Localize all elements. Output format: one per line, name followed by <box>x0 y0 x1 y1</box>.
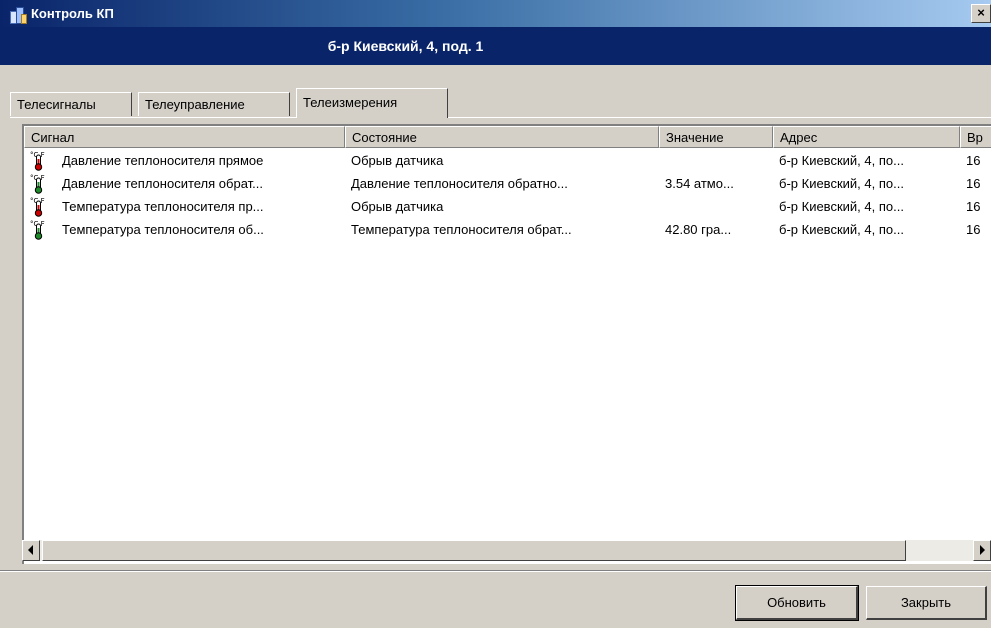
title-bar: Контроль КП × <box>0 0 991 27</box>
cell-state: Обрыв датчика <box>351 153 444 168</box>
cell-address: б-р Киевский, 4, по... <box>779 176 904 191</box>
location-header: б-р Киевский, 4, под. 1 <box>0 27 991 65</box>
refresh-button[interactable]: Обновить <box>735 585 859 621</box>
thermometer-green-icon: °C F <box>30 174 45 194</box>
tab-telecontrol[interactable]: Телеуправление <box>138 92 290 116</box>
tab-panel-border <box>10 117 991 118</box>
cell-time: 16 <box>966 199 981 214</box>
telemetry-list[interactable]: Сигнал Состояние Значение Адрес Вр °C F … <box>22 124 991 564</box>
cell-signal: Давление теплоносителя обрат... <box>62 176 263 191</box>
cell-time: 16 <box>966 176 981 191</box>
horizontal-scrollbar[interactable] <box>22 540 991 561</box>
thermometer-green-icon: °C F <box>30 220 45 240</box>
cell-signal: Температура теплоносителя об... <box>62 222 264 237</box>
cell-time: 16 <box>966 222 981 237</box>
column-header-time[interactable]: Вр <box>960 126 991 148</box>
cell-signal: Температура теплоносителя пр... <box>62 199 264 214</box>
scroll-thumb[interactable] <box>42 540 906 561</box>
cell-time: 16 <box>966 153 981 168</box>
cell-value <box>665 149 771 172</box>
scroll-left-button[interactable] <box>22 540 40 561</box>
cell-value: 3.54 атмо... <box>665 176 734 191</box>
table-row[interactable]: °C F Давление теплоносителя обрат... Дав… <box>24 172 991 195</box>
bottom-separator-highlight <box>0 571 991 572</box>
close-button[interactable]: Закрыть <box>866 586 987 620</box>
arrow-right-icon <box>980 545 985 555</box>
scroll-right-button[interactable] <box>973 540 991 561</box>
column-header-signal[interactable]: Сигнал <box>24 126 345 148</box>
column-header-state[interactable]: Состояние <box>345 126 659 148</box>
cell-address: б-р Киевский, 4, по... <box>779 199 904 214</box>
table-row[interactable]: °C F Температура теплоносителя об... Тем… <box>24 218 991 241</box>
thermometer-red-icon: °C F <box>30 151 45 171</box>
cell-state: Обрыв датчика <box>351 199 444 214</box>
table-row[interactable]: °C F Давление теплоносителя прямое Обрыв… <box>24 149 991 172</box>
cell-state: Температура теплоносителя обрат... <box>351 222 572 237</box>
table-row[interactable]: °C F Температура теплоносителя пр... Обр… <box>24 195 991 218</box>
app-icon <box>8 6 27 24</box>
cell-address: б-р Киевский, 4, по... <box>779 222 904 237</box>
tab-telesignals[interactable]: Телесигналы <box>10 92 132 116</box>
cell-value <box>665 195 771 218</box>
window-title: Контроль КП <box>31 6 114 21</box>
close-window-button[interactable]: × <box>971 4 991 23</box>
cell-address: б-р Киевский, 4, по... <box>779 153 904 168</box>
arrow-left-icon <box>28 545 33 555</box>
cell-signal: Давление теплоносителя прямое <box>62 153 264 168</box>
column-header-address[interactable]: Адрес <box>773 126 960 148</box>
thermometer-red-icon: °C F <box>30 197 45 217</box>
cell-state: Давление теплоносителя обратно... <box>351 176 568 191</box>
cell-value: 42.80 гра... <box>665 222 732 237</box>
column-header-value[interactable]: Значение <box>659 126 773 148</box>
tab-telemetry[interactable]: Телеизмерения <box>296 88 448 118</box>
